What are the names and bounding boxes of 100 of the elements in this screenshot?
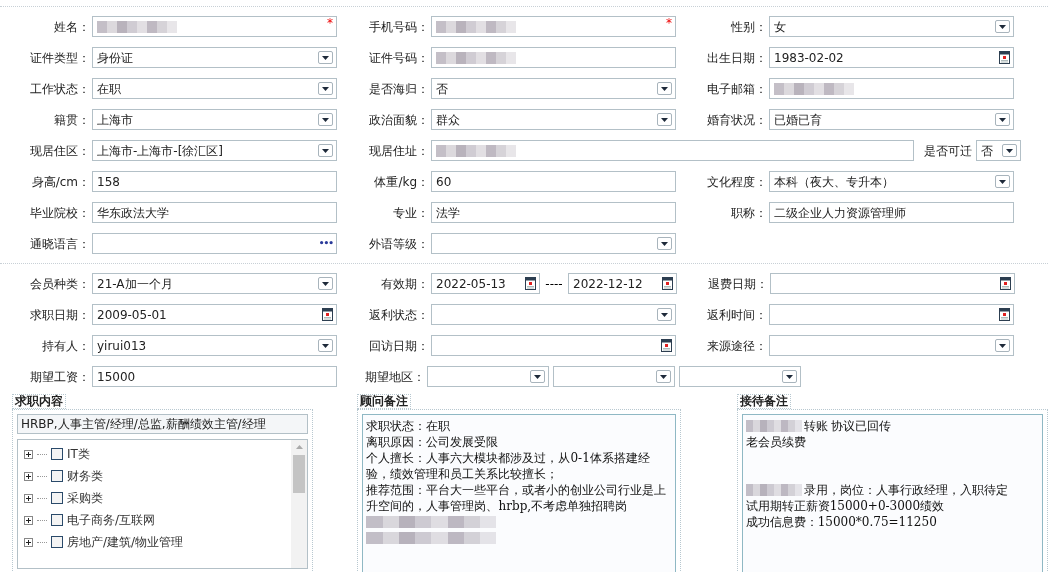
note-line: 离职原因：公司发展受限 bbox=[366, 434, 500, 450]
expand-icon[interactable] bbox=[24, 515, 33, 525]
dropdown-caret-icon[interactable] bbox=[1002, 144, 1017, 157]
expand-icon[interactable] bbox=[24, 449, 33, 459]
dropdown-caret-icon[interactable] bbox=[318, 277, 333, 290]
text-field[interactable]: * bbox=[431, 16, 676, 37]
note-line: 成功信息费：15000*0.75=11250 bbox=[745, 514, 938, 530]
dropdown-caret-icon[interactable] bbox=[657, 113, 672, 126]
expand-icon[interactable] bbox=[24, 537, 33, 547]
date-field[interactable] bbox=[769, 304, 1014, 325]
tree-item[interactable]: 电子商务/互联网 bbox=[67, 511, 156, 529]
text-field[interactable]: 二级企业人力资源管理师 bbox=[769, 202, 1014, 223]
more-button[interactable]: ••• bbox=[318, 236, 333, 251]
dropdown-field[interactable]: 女 bbox=[769, 16, 1014, 37]
expand-icon[interactable] bbox=[24, 471, 33, 481]
text-field[interactable] bbox=[431, 140, 914, 161]
dropdown-field[interactable] bbox=[679, 366, 801, 387]
note-line: 老会员续费 bbox=[745, 434, 807, 450]
dropdown-caret-icon[interactable] bbox=[318, 113, 333, 126]
dropdown-field[interactable]: 否 bbox=[976, 140, 1021, 161]
dropdown-field[interactable] bbox=[431, 233, 676, 254]
dropdown-caret-icon[interactable] bbox=[318, 51, 333, 64]
field-label: 退费日期： bbox=[707, 275, 769, 293]
scrollbar[interactable] bbox=[291, 440, 308, 568]
tree-item[interactable]: 房地产/建筑/物业管理 bbox=[67, 533, 184, 551]
calendar-icon[interactable] bbox=[1000, 277, 1011, 290]
dropdown-field[interactable] bbox=[431, 304, 676, 325]
dropdown-field[interactable]: 在职 bbox=[92, 78, 337, 99]
dropdown-caret-icon[interactable] bbox=[657, 237, 672, 250]
dropdown-caret-icon[interactable] bbox=[995, 339, 1010, 352]
dropdown-field[interactable]: 本科（夜大、专升本） bbox=[769, 171, 1014, 192]
dropdown-field[interactable]: 已婚已育 bbox=[769, 109, 1014, 130]
lookup-field[interactable]: ••• bbox=[92, 233, 337, 254]
checkbox[interactable] bbox=[51, 448, 63, 460]
text-field[interactable]: 法学 bbox=[431, 202, 676, 223]
date-field[interactable] bbox=[770, 273, 1015, 294]
text-field[interactable]: 15000 bbox=[92, 366, 337, 387]
date-field[interactable]: 2022-12-12 bbox=[568, 273, 677, 294]
note-line: 试用期转正薪资15000+0-3000绩效 bbox=[745, 498, 946, 514]
dropdown-caret-icon[interactable] bbox=[656, 370, 671, 383]
dropdown-field[interactable]: 上海市 bbox=[92, 109, 337, 130]
dropdown-caret-icon[interactable] bbox=[995, 113, 1010, 126]
notes-field[interactable]: 求职状态：在职 离职原因：公司发展受限 个人擅长：人事六大模块都涉及过，从0-1体系搭建经验，绩效管理和员工关系比较擅长； 推荐范围：平台大一些平台，或者小的创业公司行业是上升空间的，人事管理岗、hrbp,不考虑单独招聘岗 bbox=[362, 414, 676, 572]
scrollbar-thumb[interactable] bbox=[293, 455, 306, 493]
dropdown-caret-icon[interactable] bbox=[318, 144, 333, 157]
dropdown-caret-icon[interactable] bbox=[657, 308, 672, 321]
dropdown-field[interactable] bbox=[553, 366, 675, 387]
text-field[interactable]: 华东政法大学 bbox=[92, 202, 337, 223]
field-label: 手机号码： bbox=[368, 18, 430, 36]
field-label: 通晓语言： bbox=[29, 235, 91, 253]
notes-field[interactable]: 转账 协议已回传 老会员续费 录用，岗位：人事行政经理，入职待定 试用期转正薪资15000+0-3000绩效 成功信息费：15000*0.75=11250 bbox=[741, 414, 1043, 572]
dropdown-field[interactable] bbox=[427, 366, 549, 387]
dropdown-caret-icon[interactable] bbox=[657, 82, 672, 95]
dropdown-caret-icon[interactable] bbox=[995, 20, 1010, 33]
calendar-icon[interactable] bbox=[661, 339, 672, 352]
dropdown-field[interactable]: 21-A加一个月 bbox=[92, 273, 337, 294]
tree-item[interactable]: IT类 bbox=[67, 445, 90, 463]
dropdown-field[interactable] bbox=[769, 335, 1014, 356]
date-field[interactable]: 1983-02-02 bbox=[769, 47, 1014, 68]
text-field[interactable] bbox=[431, 47, 676, 68]
tree-item[interactable]: 采购类 bbox=[67, 489, 103, 507]
checkbox[interactable] bbox=[51, 514, 63, 526]
calendar-icon[interactable] bbox=[999, 308, 1010, 321]
text-field[interactable]: 60 bbox=[431, 171, 676, 192]
dropdown-caret-icon[interactable] bbox=[318, 82, 333, 95]
dropdown-caret-icon[interactable] bbox=[530, 370, 545, 383]
checkbox[interactable] bbox=[51, 470, 63, 482]
date-field[interactable] bbox=[431, 335, 676, 356]
note-line: 录用，岗位：人事行政经理，入职待定 bbox=[803, 482, 1008, 498]
dropdown-field[interactable]: 否 bbox=[431, 78, 676, 99]
calendar-icon[interactable] bbox=[322, 308, 333, 321]
section-title: 顾问备注 bbox=[357, 394, 412, 409]
field-label: 工作状态： bbox=[29, 80, 91, 98]
dropdown-caret-icon[interactable] bbox=[782, 370, 797, 383]
calendar-icon[interactable] bbox=[662, 277, 673, 290]
text-field[interactable]: 158 bbox=[92, 171, 337, 192]
field-label: 身高/cm： bbox=[30, 173, 91, 191]
field-label: 外语等级： bbox=[368, 235, 430, 253]
field-label: 现居住区： bbox=[29, 142, 91, 160]
note-line: 推荐范围：平台大一些平台，或者小的创业公司行业是上升空间的，人事管理岗、hrbp,不考虑单独招聘岗 bbox=[366, 482, 668, 514]
dropdown-caret-icon[interactable] bbox=[995, 175, 1010, 188]
expand-icon[interactable] bbox=[24, 493, 33, 503]
dropdown-caret-icon[interactable] bbox=[318, 339, 333, 352]
date-field[interactable]: 2009-05-01 bbox=[92, 304, 337, 325]
field-label: 职称： bbox=[730, 204, 768, 222]
checkbox[interactable] bbox=[51, 492, 63, 504]
text-field[interactable] bbox=[769, 78, 1014, 99]
dropdown-field[interactable]: 群众 bbox=[431, 109, 676, 130]
text-field[interactable]: * bbox=[92, 16, 337, 37]
field-label: 体重/kg： bbox=[373, 173, 430, 191]
dropdown-field[interactable]: 上海市-上海市-[徐汇区] bbox=[92, 140, 337, 161]
dropdown-field[interactable]: 身份证 bbox=[92, 47, 337, 68]
calendar-icon[interactable] bbox=[525, 277, 536, 290]
field-label: 毕业院校： bbox=[29, 204, 91, 222]
text-field[interactable]: HRBP,人事主管/经理/总监,薪酬绩效主管/经理 bbox=[17, 414, 309, 434]
tree-item[interactable]: 财务类 bbox=[67, 467, 103, 485]
date-field[interactable]: 2022-05-13 bbox=[431, 273, 540, 294]
calendar-icon[interactable] bbox=[999, 51, 1010, 64]
checkbox[interactable] bbox=[51, 536, 63, 548]
dropdown-field[interactable]: yirui013 bbox=[92, 335, 337, 356]
